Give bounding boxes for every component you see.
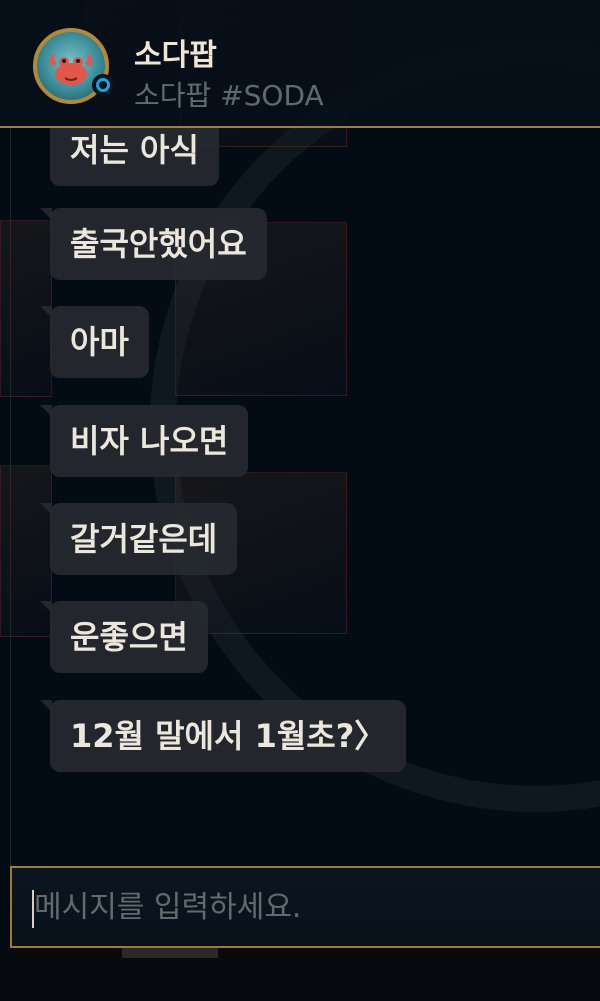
chat-window: 소다팝 소다팝 #SODA 저는 아식 출국안했어요 아마 비자 나오면 갈거같…: [0, 0, 600, 1001]
text-caret: [32, 890, 34, 928]
crab-profile-icon: [49, 54, 93, 85]
message-bubble: 출국안했어요: [40, 208, 267, 280]
message-bubble: 저는 아식: [50, 128, 219, 186]
contact-tag: 소다팝 #SODA: [134, 79, 324, 112]
bottom-notch: [122, 948, 218, 958]
message-input[interactable]: [12, 868, 600, 946]
online-status-icon: [92, 74, 114, 96]
message-composer: [10, 866, 600, 948]
message-bubble: 비자 나오면: [39, 405, 249, 477]
contact-name: 소다팝: [134, 38, 217, 73]
message-bubble: 아마: [40, 306, 149, 378]
message-list[interactable]: 저는 아식 출국안했어요 아마 비자 나오면 갈거같은데 운좋으면 12월 말에…: [0, 128, 600, 858]
bottom-bar: [0, 948, 600, 1001]
message-bubble: 운좋으면: [40, 601, 208, 673]
message-bubble: 갈거같은데: [39, 503, 238, 575]
message-bubble: 12월 말에서 1월초?〉: [39, 700, 407, 772]
chat-header: 소다팝 소다팝 #SODA: [0, 0, 600, 128]
